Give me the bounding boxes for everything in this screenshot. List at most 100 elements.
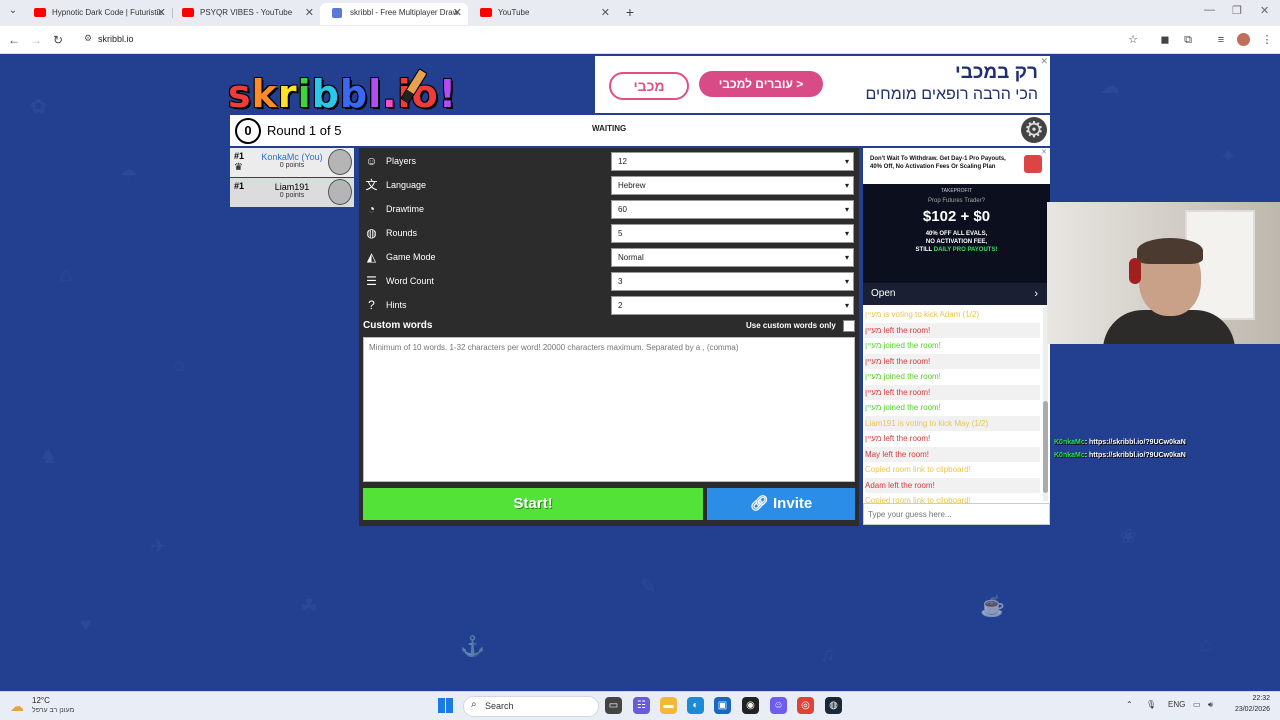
player-row[interactable]: #1 Liam191 0 points — [230, 178, 354, 207]
setting-row-rounds: ◍ Rounds 5 ▾ — [359, 224, 859, 244]
network-icon[interactable]: ▭ — [1193, 700, 1201, 709]
setting-label: Players — [386, 156, 417, 166]
side-ad-firm: TAKEPROFIT — [940, 188, 973, 194]
new-tab-icon[interactable]: + — [622, 3, 638, 21]
ad-close-icon[interactable]: ✕ — [1040, 56, 1048, 67]
custom-words-input[interactable] — [363, 337, 855, 482]
store-icon[interactable]: ▣ — [714, 697, 731, 714]
side-ad[interactable]: Don't Wait To Withdraw. Get Day-1 Pro Pa… — [863, 148, 1050, 305]
back-icon[interactable]: ← — [6, 32, 22, 48]
players-select[interactable]: 12 ▾ — [611, 152, 854, 171]
tab-close-icon[interactable]: ✕ — [157, 3, 166, 23]
ad-close-icon[interactable]: ✕ — [1041, 148, 1047, 156]
player-list: #1 ♛ KonkaMc (You) 0 points #1 Liam191 0… — [230, 148, 354, 208]
doodle-icon: ✎ — [640, 576, 657, 598]
custom-words-only-checkbox[interactable] — [843, 320, 855, 332]
tray-chevron-icon[interactable]: ⌃ — [1126, 700, 1133, 709]
wordcount-icon: ☰ — [366, 274, 377, 288]
youtube-favicon-icon — [182, 8, 194, 17]
windows-taskbar: ☁ 12°C מעונן רב ערפל ⌕ Search ▭ ☷ ▬ ◐ ▣ … — [0, 691, 1280, 720]
maximize-icon[interactable]: ❐ — [1232, 4, 1242, 17]
invite-button[interactable]: 🔗︎ Invite — [707, 488, 855, 520]
bookmark-star-icon[interactable]: ☆ — [1125, 32, 1141, 48]
ad-headline: רק במכבי — [954, 62, 1038, 83]
mic-icon[interactable]: 🎙︎ — [1146, 700, 1156, 709]
setting-row-wordcount: ☰ Word Count 3 ▾ — [359, 272, 859, 292]
game-status: WAITING — [592, 124, 627, 133]
settings-gear-icon[interactable]: ⚙ — [1021, 117, 1047, 143]
task-view-icon[interactable]: ▭ — [605, 697, 622, 714]
doodle-icon: ☂ — [120, 166, 138, 188]
windows-start-icon[interactable] — [438, 698, 453, 713]
headphones-icon — [1129, 258, 1141, 284]
rounds-select[interactable]: 5 ▾ — [611, 224, 854, 243]
weather-temp[interactable]: 12°C — [32, 696, 50, 705]
tab-search-chevron-icon[interactable]: ⌄ — [6, 5, 20, 19]
doodle-icon: ♞ — [40, 446, 58, 468]
tab-close-icon[interactable]: ✕ — [601, 3, 610, 23]
browser-tab[interactable]: PSYQR VIBES - YouTube ✕ — [170, 3, 320, 25]
weather-icon[interactable]: ☁ — [10, 698, 24, 715]
address-bar-row: ← → ↻ ⚙ skribbl.io ☆ ◼ ⧉ ≡ ⋮ — [0, 26, 1280, 54]
custom-words-only-label: Use custom words only — [746, 321, 836, 330]
weather-description[interactable]: מעונן רב ערפל — [32, 707, 74, 714]
profile-avatar[interactable] — [1237, 33, 1250, 46]
chat-log: מעיין is voting to kick Adam (1/2) מעיין … — [863, 305, 1050, 503]
wordcount-select[interactable]: 3 ▾ — [611, 272, 854, 291]
ad-cta-button[interactable]: עוברים למכבי > — [699, 71, 823, 97]
setting-row-players: ☺ Players 12 ▾ — [359, 152, 859, 172]
input-language[interactable]: ENG — [1168, 700, 1185, 709]
rounds-icon: ◍ — [366, 226, 377, 240]
chrome-icon[interactable]: ◎ — [797, 697, 814, 714]
menu-kebab-icon[interactable]: ⋮ — [1259, 32, 1275, 48]
guess-input[interactable] — [863, 503, 1050, 525]
tab-title: YouTube — [498, 8, 530, 17]
doodle-icon: ☼ — [170, 354, 189, 376]
browser-tab[interactable]: Hypnotic Dark Code | Futuristic ✕ — [22, 3, 172, 25]
teams-icon[interactable]: ☷ — [633, 697, 650, 714]
taskbar-time[interactable]: 22:32 — [1240, 695, 1270, 702]
minimize-icon[interactable]: — — [1204, 4, 1215, 16]
tab-title: Hypnotic Dark Code | Futuristic — [52, 8, 163, 17]
tab-close-icon[interactable]: ✕ — [453, 3, 462, 23]
discord-icon[interactable]: ☺ — [770, 697, 787, 714]
setting-label: Game Mode — [386, 252, 436, 262]
close-window-icon[interactable]: ✕ — [1260, 4, 1269, 17]
player-row[interactable]: #1 ♛ KonkaMc (You) 0 points — [230, 148, 354, 177]
chevron-down-icon: ▾ — [844, 157, 849, 166]
doodle-icon: ⌂ — [1200, 634, 1213, 656]
browser-tab[interactable]: YouTube ✕ — [468, 3, 616, 25]
url-bar[interactable]: ⚙ skribbl.io — [80, 30, 1120, 50]
puzzle-icon[interactable]: ⧉ — [1180, 32, 1196, 48]
top-ad-banner[interactable]: מכבי עוברים למכבי > רק במכבי הכי הרבה רו… — [595, 56, 1050, 113]
chat-message: Adam left the room! — [865, 477, 1040, 493]
player-points: 0 points — [279, 162, 305, 169]
obs-icon[interactable]: ◉ — [742, 697, 759, 714]
scrollbar-thumb[interactable] — [1043, 401, 1048, 493]
extension-icon[interactable]: ◼ — [1157, 32, 1173, 48]
reload-icon[interactable]: ↻ — [50, 32, 66, 48]
url-text[interactable]: skribbl.io — [98, 34, 134, 44]
edge-icon[interactable]: ◐ — [687, 697, 704, 714]
crown-icon: ♛ — [234, 162, 243, 173]
chat-message: מעיין joined the room! — [865, 341, 941, 350]
round-indicator: Round 1 of 5 — [267, 123, 342, 138]
volume-icon[interactable]: 🔊︎ — [1208, 700, 1213, 710]
site-info-icon[interactable]: ⚙ — [84, 33, 92, 44]
drawtime-select[interactable]: 60 ▾ — [611, 200, 854, 219]
steam-icon[interactable]: ◍ — [825, 697, 842, 714]
media-icon[interactable]: ≡ — [1213, 32, 1229, 48]
taskbar-date[interactable]: 23/02/2026 — [1226, 706, 1270, 713]
side-ad-open-button[interactable]: Open › — [863, 283, 1050, 305]
chevron-down-icon: ▾ — [844, 301, 849, 310]
forward-icon[interactable]: → — [28, 32, 44, 48]
language-select[interactable]: Hebrew ▾ — [611, 176, 854, 195]
file-explorer-icon[interactable]: ▬ — [660, 697, 677, 714]
chevron-down-icon: ▾ — [844, 277, 849, 286]
browser-tab-active[interactable]: skribbl - Free Multiplayer Draw ✕ — [320, 3, 468, 25]
start-button[interactable]: Start! — [363, 488, 703, 520]
hints-select[interactable]: 2 ▾ — [611, 296, 854, 315]
taskbar-search[interactable]: ⌕ Search — [463, 696, 599, 717]
tab-close-icon[interactable]: ✕ — [305, 3, 314, 23]
gamemode-select[interactable]: Normal ▾ — [611, 248, 854, 267]
